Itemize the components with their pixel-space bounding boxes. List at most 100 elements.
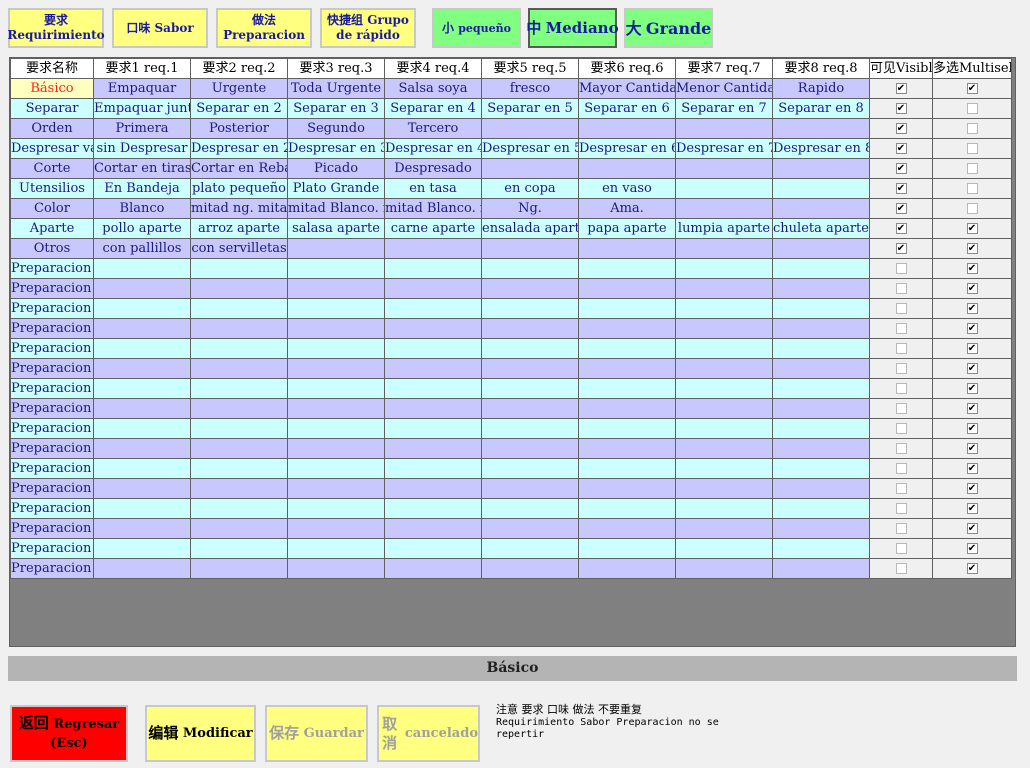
requirement-cell[interactable]: Mayor Cantidad — [578, 78, 676, 99]
requirement-cell[interactable] — [287, 398, 385, 419]
requirement-cell[interactable] — [384, 358, 482, 379]
requirement-cell[interactable] — [190, 378, 288, 399]
requirement-cell[interactable]: Separar en 4 — [384, 98, 482, 119]
requirement-cell[interactable] — [675, 178, 773, 199]
requirement-cell[interactable] — [675, 558, 773, 579]
requirement-cell[interactable] — [481, 518, 579, 539]
requirement-cell[interactable] — [287, 318, 385, 339]
save-button[interactable]: 保存 Guardar — [265, 705, 368, 762]
requirement-cell[interactable] — [578, 258, 676, 279]
requirement-cell[interactable] — [190, 358, 288, 379]
table-row[interactable]: Preparacion 5 ✔ — [10, 458, 1012, 479]
requirement-cell[interactable]: Despresar en 7 — [675, 138, 773, 159]
requirement-cell[interactable]: Despresar en 6 — [578, 138, 676, 159]
requirement-cell[interactable] — [93, 398, 191, 419]
requirement-cell[interactable] — [190, 278, 288, 299]
visible-checkbox[interactable]: ✔ — [895, 182, 907, 194]
requirement-cell[interactable]: ensalada aparte — [481, 218, 579, 239]
size-pequeno-button[interactable]: 小 pequeño — [432, 8, 521, 48]
requirement-cell[interactable] — [772, 318, 870, 339]
requirement-cell[interactable] — [384, 258, 482, 279]
requirement-cell[interactable] — [384, 338, 482, 359]
requirement-cell[interactable]: en tasa — [384, 178, 482, 199]
requirement-cell[interactable] — [481, 478, 579, 499]
visible-checkbox[interactable]: ✔ — [895, 242, 907, 254]
requirement-cell[interactable] — [93, 478, 191, 499]
requirement-cell[interactable] — [675, 398, 773, 419]
requirement-cell[interactable] — [772, 538, 870, 559]
table-row[interactable]: Preparacion 5 ✔ — [10, 358, 1012, 379]
requirement-cell[interactable] — [578, 458, 676, 479]
requirement-cell[interactable] — [93, 298, 191, 319]
requirement-cell[interactable] — [384, 478, 482, 499]
visible-checkbox[interactable]: ✔ — [895, 82, 907, 94]
requirement-cell[interactable] — [578, 278, 676, 299]
row-name-cell[interactable]: Preparacion 3 — [10, 318, 94, 339]
size-grande-button[interactable]: 大 Grande — [624, 8, 713, 48]
multiselect-checkbox[interactable]: ✔ — [966, 342, 978, 354]
row-name-cell[interactable]: Color — [10, 198, 94, 219]
multiselect-checkbox[interactable]: ✔ — [966, 362, 978, 374]
multiselect-checkbox[interactable] — [966, 142, 978, 154]
requirement-cell[interactable] — [384, 418, 482, 439]
visible-checkbox[interactable] — [895, 362, 907, 374]
requirement-cell[interactable]: Despresar en 3 — [287, 138, 385, 159]
requirement-cell[interactable] — [190, 538, 288, 559]
multiselect-checkbox[interactable]: ✔ — [966, 262, 978, 274]
table-row[interactable]: Preparacion 1 ✔ — [10, 378, 1012, 399]
requirement-cell[interactable] — [287, 538, 385, 559]
table-row[interactable]: Preparacion 2 ✔ — [10, 498, 1012, 519]
requirement-cell[interactable]: en vaso — [578, 178, 676, 199]
requirement-cell[interactable] — [675, 538, 773, 559]
multiselect-checkbox[interactable]: ✔ — [966, 82, 978, 94]
requirement-cell[interactable] — [578, 518, 676, 539]
row-name-cell[interactable]: Preparacion 5 — [10, 558, 94, 579]
requirement-cell[interactable]: con servilletas — [190, 238, 288, 259]
requirement-cell[interactable]: Separar en 5 — [481, 98, 579, 119]
requirement-cell[interactable] — [578, 558, 676, 579]
multiselect-checkbox[interactable]: ✔ — [966, 502, 978, 514]
column-header[interactable]: 多选Multisel — [932, 58, 1012, 79]
requirement-cell[interactable]: Picado — [287, 158, 385, 179]
requirement-cell[interactable] — [287, 258, 385, 279]
requirement-cell[interactable]: Despresar en 2 — [190, 138, 288, 159]
multiselect-checkbox[interactable]: ✔ — [966, 302, 978, 314]
requirement-cell[interactable] — [481, 158, 579, 179]
requirement-cell[interactable] — [93, 438, 191, 459]
row-name-cell[interactable]: Preparacion 3 — [10, 518, 94, 539]
requirement-cell[interactable]: Salsa soya — [384, 78, 482, 99]
requirement-cell[interactable] — [675, 478, 773, 499]
table-row[interactable]: Preparacion 4 ✔ — [10, 338, 1012, 359]
requirement-cell[interactable] — [675, 238, 773, 259]
requirement-cell[interactable] — [578, 318, 676, 339]
requirement-cell[interactable] — [772, 338, 870, 359]
column-header[interactable]: 要求8 req.8 — [772, 58, 870, 79]
requirement-cell[interactable] — [578, 438, 676, 459]
column-header[interactable]: 要求7 req.7 — [675, 58, 773, 79]
requirement-cell[interactable] — [772, 118, 870, 139]
requirement-cell[interactable] — [190, 498, 288, 519]
tab-grupo-rapido[interactable]: 快捷组 Grupo de rápido — [320, 8, 416, 48]
requirement-cell[interactable] — [772, 178, 870, 199]
table-row[interactable]: Preparacion 3 ✔ — [10, 318, 1012, 339]
requirement-cell[interactable] — [190, 478, 288, 499]
requirement-cell[interactable] — [384, 538, 482, 559]
visible-checkbox[interactable] — [895, 502, 907, 514]
visible-checkbox[interactable] — [895, 522, 907, 534]
requirement-cell[interactable] — [675, 378, 773, 399]
requirement-cell[interactable] — [772, 438, 870, 459]
requirement-cell[interactable] — [578, 398, 676, 419]
table-row[interactable]: Preparacion 4 ✔ — [10, 538, 1012, 559]
column-header[interactable]: 要求3 req.3 — [287, 58, 385, 79]
requirement-cell[interactable]: Primera — [93, 118, 191, 139]
visible-checkbox[interactable]: ✔ — [895, 202, 907, 214]
requirement-cell[interactable]: Toda Urgente — [287, 78, 385, 99]
column-header[interactable]: 要求2 req.2 — [190, 58, 288, 79]
requirement-cell[interactable] — [384, 378, 482, 399]
requirement-cell[interactable] — [675, 198, 773, 219]
multiselect-checkbox[interactable]: ✔ — [966, 542, 978, 554]
requirement-cell[interactable] — [578, 478, 676, 499]
requirement-cell[interactable] — [675, 338, 773, 359]
requirement-cell[interactable] — [190, 258, 288, 279]
requirement-cell[interactable] — [481, 398, 579, 419]
